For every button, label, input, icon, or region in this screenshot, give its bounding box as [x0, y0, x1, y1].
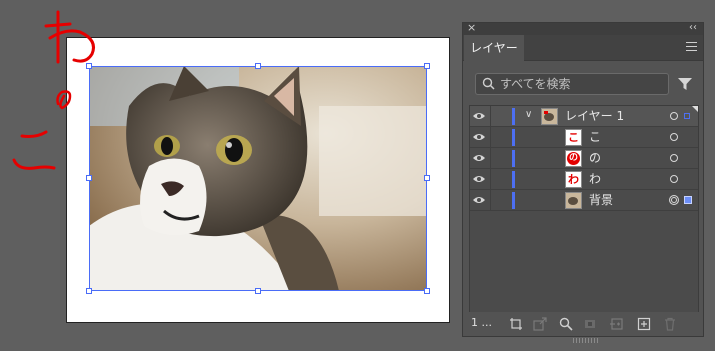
lock-column[interactable]	[490, 169, 491, 190]
export-icon[interactable]	[533, 317, 547, 331]
locate-object-icon[interactable]	[559, 317, 573, 331]
resize-handle-right[interactable]	[424, 175, 430, 181]
close-icon[interactable]: ×	[467, 21, 476, 35]
layers-panel: × ‹‹ レイヤー ∨ レイヤー 1	[462, 21, 704, 343]
lock-column[interactable]	[490, 190, 491, 211]
layer-name: わ	[589, 172, 602, 186]
layer-name: こ	[589, 130, 602, 144]
layer-name: レイヤー 1	[565, 109, 625, 123]
layer-thumbnail: こ	[565, 129, 582, 146]
eye-icon[interactable]	[473, 195, 485, 205]
eye-icon[interactable]	[473, 153, 485, 163]
search-box[interactable]	[475, 73, 669, 95]
layer-color-bar	[512, 108, 515, 125]
target-circle-icon[interactable]	[669, 195, 679, 205]
resize-handle-bottom[interactable]	[255, 288, 261, 294]
tab-layers[interactable]: レイヤー	[464, 35, 524, 62]
layer-name: の	[589, 151, 602, 165]
artboard-icon[interactable]	[509, 317, 523, 331]
target-circle-icon[interactable]	[670, 175, 678, 183]
layer-color-bar	[512, 150, 515, 167]
chevron-down-icon[interactable]: ∨	[525, 109, 532, 120]
resize-grip[interactable]	[573, 338, 599, 343]
layer-count: 1 ...	[471, 316, 492, 329]
selection-indicator[interactable]	[684, 113, 690, 119]
lock-column[interactable]	[490, 148, 491, 169]
resize-handle-top-right[interactable]	[424, 63, 430, 69]
target-circle-icon[interactable]	[670, 154, 678, 162]
eye-icon[interactable]	[473, 174, 485, 184]
selection-indicator[interactable]	[684, 196, 692, 204]
new-sublayer-icon[interactable]	[609, 317, 623, 331]
target-circle-icon[interactable]	[670, 112, 678, 120]
layer-row-ko[interactable]: こ こ	[470, 127, 698, 148]
trash-icon[interactable]	[663, 317, 677, 331]
panel-tab-bar: レイヤー	[463, 35, 703, 62]
lock-column[interactable]	[490, 127, 491, 148]
search-input[interactable]	[500, 74, 665, 94]
resize-handle-bottom-left[interactable]	[86, 288, 92, 294]
double-chevron-icon[interactable]: ‹‹	[689, 21, 697, 35]
layer-list: ∨ レイヤー 1 こ こ の の わ わ 背景	[469, 105, 699, 313]
layer-row-wa[interactable]: わ わ	[470, 169, 698, 190]
layer-row-no[interactable]: の の	[470, 148, 698, 169]
layer-row-background[interactable]: 背景	[470, 190, 698, 211]
layer-name: 背景	[589, 193, 614, 207]
clipping-mask-icon[interactable]	[583, 317, 597, 331]
layer-color-bar	[512, 171, 515, 188]
panel-footer: 1 ...	[463, 312, 703, 343]
char-ko[interactable]	[12, 130, 56, 170]
layer-thumbnail	[541, 108, 558, 125]
resize-handle-top[interactable]	[255, 63, 261, 69]
panel-title-bar[interactable]: × ‹‹	[463, 21, 703, 35]
resize-handle-bottom-right[interactable]	[424, 288, 430, 294]
resize-handle-top-left[interactable]	[86, 63, 92, 69]
filter-icon[interactable]	[678, 77, 692, 91]
layer-thumbnail	[565, 192, 582, 209]
target-circle-icon[interactable]	[670, 133, 678, 141]
eye-icon[interactable]	[473, 132, 485, 142]
hamburger-menu-icon[interactable]	[686, 42, 697, 52]
selection-bounding-box	[89, 66, 427, 291]
new-layer-icon[interactable]	[637, 317, 651, 331]
resize-handle-left[interactable]	[86, 175, 92, 181]
eye-icon[interactable]	[473, 111, 485, 121]
lock-column[interactable]	[490, 106, 491, 127]
layer-color-bar	[512, 192, 515, 209]
selected-art-corner-icon	[692, 106, 698, 112]
layer-thumbnail: わ	[565, 171, 582, 188]
layer-row-layer1[interactable]: ∨ レイヤー 1	[470, 106, 698, 127]
layer-thumbnail: の	[565, 150, 582, 167]
layer-color-bar	[512, 129, 515, 146]
search-icon	[482, 77, 495, 90]
